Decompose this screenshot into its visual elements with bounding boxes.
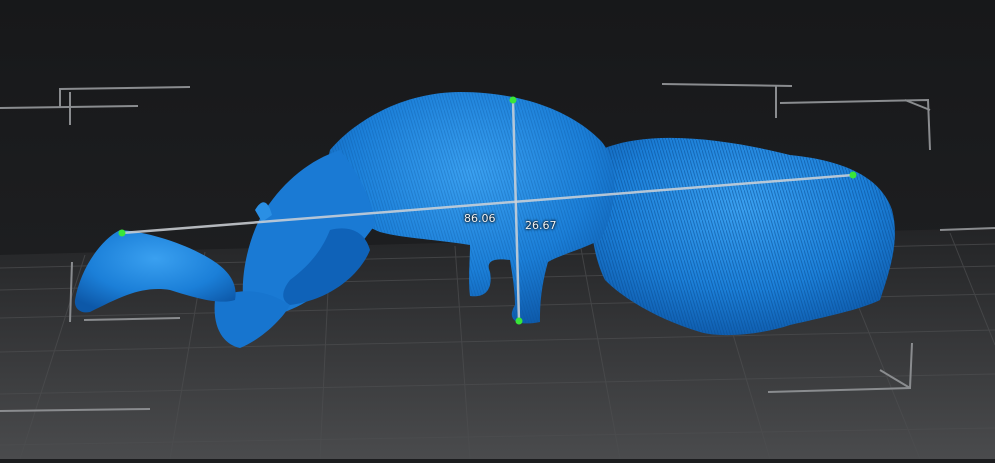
height-bottom-point[interactable] xyxy=(515,317,523,325)
length-end-point[interactable] xyxy=(849,171,857,179)
height-top-point[interactable] xyxy=(509,96,517,104)
3d-viewport[interactable]: 86.06 26.67 xyxy=(0,0,995,460)
length-start-point[interactable] xyxy=(118,229,126,237)
viewport-canvas[interactable] xyxy=(0,0,995,460)
